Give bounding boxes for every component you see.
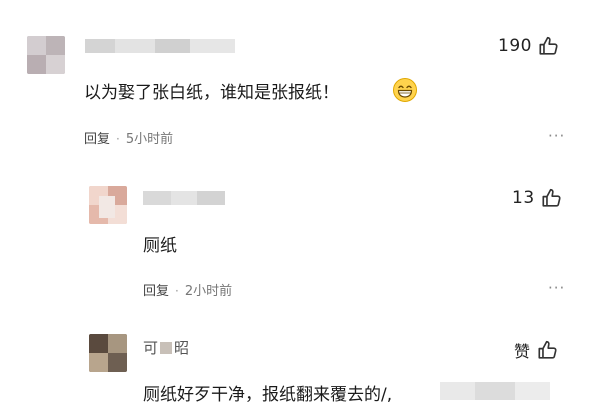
avatar[interactable] xyxy=(89,186,127,224)
like-label: 赞 xyxy=(514,342,531,361)
timestamp: 2小时前 xyxy=(184,284,233,299)
more-options-button[interactable]: ··· xyxy=(548,127,565,145)
reply-button[interactable]: 回复 xyxy=(84,132,110,147)
comment-meta: 回复 · 2小时前 xyxy=(143,284,233,299)
like-area[interactable]: 190 xyxy=(498,35,560,57)
grinning-face-emoji-icon xyxy=(393,78,417,102)
username-blurred[interactable] xyxy=(143,190,225,205)
username-blurred xyxy=(160,342,173,354)
like-area[interactable]: 赞 xyxy=(514,338,559,362)
comment-text: 以为娶了张白纸，谁知是张报纸！ xyxy=(84,83,339,103)
more-options-button[interactable]: ··· xyxy=(548,279,565,297)
timestamp: 5小时前 xyxy=(125,132,174,147)
thumbs-up-icon[interactable] xyxy=(541,187,563,209)
username[interactable]: 可昭 xyxy=(143,337,189,358)
comment-meta: 回复 · 5小时前 xyxy=(84,132,174,147)
avatar[interactable] xyxy=(89,334,127,372)
thumbs-up-icon[interactable] xyxy=(537,339,559,361)
thumbs-up-icon[interactable] xyxy=(538,35,560,57)
like-count: 190 xyxy=(498,36,532,56)
username-blurred[interactable] xyxy=(85,38,235,53)
like-area[interactable]: 13 xyxy=(512,187,563,209)
comment-text: 厕纸好歹干净，报纸翻来覆去的/, xyxy=(143,385,393,405)
reply-button[interactable]: 回复 xyxy=(143,284,169,299)
avatar[interactable] xyxy=(27,36,65,74)
like-count: 13 xyxy=(512,188,535,208)
text-blurred xyxy=(440,382,550,400)
comment-text: 厕纸 xyxy=(143,236,177,256)
